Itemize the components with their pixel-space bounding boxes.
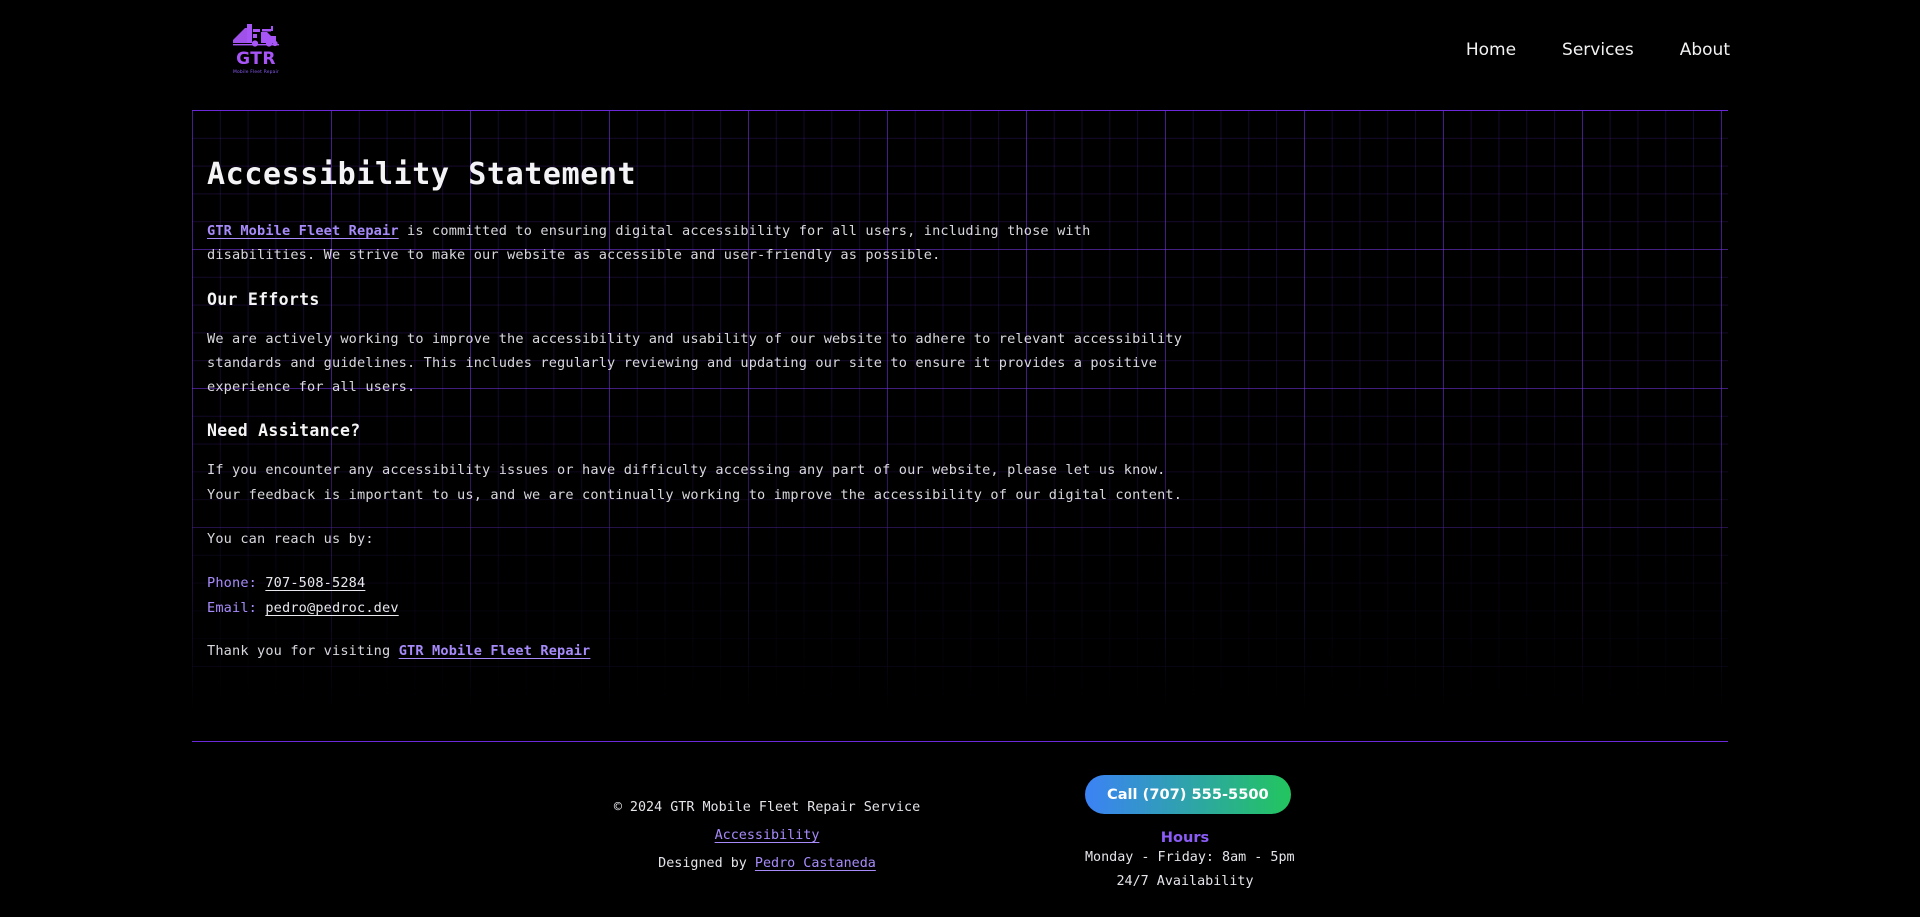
site-header: GTR Mobile Fleet Repair Home Services Ab… (0, 0, 1920, 110)
footer-designed-row: Designed by Pedro Castaneda (602, 850, 932, 878)
footer-divider (192, 741, 1728, 742)
main-content: Accessibility Statement GTR Mobile Fleet… (207, 132, 1307, 659)
email-link[interactable]: pedro@pedroc.dev (265, 600, 398, 616)
thank-you-prefix: Thank you for visiting (207, 643, 399, 660)
contact-row-email: Email: pedro@pedroc.dev (207, 596, 1307, 621)
call-button[interactable]: Call (707) 555-5500 (1085, 775, 1291, 814)
thank-you-line: Thank you for visiting GTR Mobile Fleet … (207, 643, 1307, 659)
semi-truck-icon (231, 20, 281, 50)
header-divider (192, 110, 1728, 111)
page-title: Accessibility Statement (207, 157, 637, 192)
logo-wordmark: GTR (236, 49, 276, 69)
logo-tagline: Mobile Fleet Repair (233, 69, 279, 75)
footer-accessibility-row: Accessibility (602, 822, 932, 850)
footer-accessibility-link[interactable]: Accessibility (715, 828, 820, 843)
footer-right-column: Call (707) 555-5500 Hours Monday - Frida… (1085, 775, 1295, 894)
nav-item-about[interactable]: About (1680, 40, 1730, 60)
hours-availability: 24/7 Availability (1116, 874, 1254, 889)
section-title-our-efforts: Our Efforts (207, 289, 320, 309)
phone-label: Phone: (207, 575, 266, 592)
intro-paragraph: GTR Mobile Fleet Repair is committed to … (207, 219, 1187, 268)
footer-designer-link[interactable]: Pedro Castaneda (755, 856, 876, 871)
thank-you-company-link[interactable]: GTR Mobile Fleet Repair (399, 643, 591, 659)
site-logo[interactable]: GTR Mobile Fleet Repair (225, 20, 287, 78)
hours-title: Hours (1160, 829, 1210, 846)
reach-us-line: You can reach us by: (207, 531, 374, 548)
hours-weekday: Monday - Friday: 8am - 5pm (1085, 850, 1295, 865)
primary-nav: Home Services About (1466, 40, 1730, 60)
contact-details: Phone: 707-508-5284 Email: pedro@pedroc.… (207, 571, 1307, 621)
nav-item-home[interactable]: Home (1466, 40, 1516, 60)
contact-row-phone: Phone: 707-508-5284 (207, 571, 1307, 596)
email-label: Email: (207, 600, 266, 617)
nav-item-services[interactable]: Services (1562, 40, 1634, 60)
need-assistance-paragraph: If you encounter any accessibility issue… (207, 462, 1183, 503)
page-root: GTR Mobile Fleet Repair Home Services Ab… (0, 0, 1920, 917)
footer-copyright: © 2024 GTR Mobile Fleet Repair Service (613, 800, 921, 815)
footer-left-column: © 2024 GTR Mobile Fleet Repair Service A… (602, 794, 932, 878)
phone-link[interactable]: 707-508-5284 (265, 575, 365, 591)
footer-designed-prefix: Designed by (658, 856, 755, 871)
site-footer: © 2024 GTR Mobile Fleet Repair Service A… (0, 760, 1920, 917)
section-title-need-assistance: Need Assitance? (207, 421, 361, 441)
intro-company-link[interactable]: GTR Mobile Fleet Repair (207, 223, 399, 239)
our-efforts-paragraph: We are actively working to improve the a… (207, 330, 1183, 396)
